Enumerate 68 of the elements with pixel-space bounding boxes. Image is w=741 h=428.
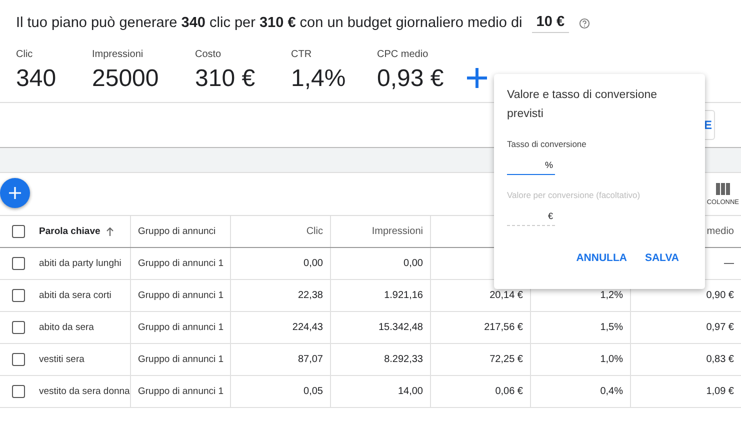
field-label: Tasso di conversione bbox=[507, 139, 588, 149]
metric-value: 0,93 € bbox=[377, 66, 445, 92]
table-cell: vestito da sera donna bbox=[39, 386, 130, 397]
metric-label: Clic bbox=[16, 49, 34, 60]
table-cell: Gruppo di annunci 1 bbox=[138, 290, 224, 301]
row-checkbox[interactable] bbox=[12, 289, 25, 302]
metric-value: 310 € bbox=[195, 66, 256, 92]
popup-title: Valore e tasso di conversione previsti bbox=[507, 88, 658, 122]
column-header[interactable]: Impressioni bbox=[372, 226, 423, 237]
row-checkbox[interactable] bbox=[12, 257, 25, 270]
column-header[interactable]: Gruppo di annunci bbox=[138, 226, 216, 237]
table-cell: 72,25 € bbox=[490, 354, 523, 365]
table-cell: 1,5% bbox=[600, 322, 623, 333]
sort-arrow-icon[interactable] bbox=[106, 227, 114, 236]
text-button[interactable]: SALVA bbox=[638, 248, 685, 268]
table-cell: — bbox=[724, 258, 734, 269]
column-header[interactable]: medio bbox=[706, 226, 734, 237]
table-cell: 8.292,33 bbox=[384, 354, 423, 365]
table-cell: 0,4% bbox=[600, 386, 623, 397]
table-cell: 0,00 bbox=[304, 258, 323, 269]
table-cell: 0,06 € bbox=[495, 386, 523, 397]
table-cell: 1,2% bbox=[600, 290, 623, 301]
table-cell: 87,07 bbox=[298, 354, 323, 365]
table-cell: 224,43 bbox=[292, 322, 323, 333]
metric-value: 340 bbox=[16, 66, 58, 92]
text-button[interactable]: ANNULLA bbox=[570, 248, 633, 268]
table-cell: Gruppo di annunci 1 bbox=[138, 354, 224, 365]
table-cell: abiti da sera corti bbox=[39, 290, 112, 301]
table-cell: 22,38 bbox=[298, 290, 323, 301]
table-cell: Gruppo di annunci 1 bbox=[138, 258, 224, 269]
table-cell: 0,83 € bbox=[706, 354, 734, 365]
table-cell: 15.342,48 bbox=[378, 322, 423, 333]
table-cell: abito da sera bbox=[39, 322, 94, 333]
table-cell: 1.921,16 bbox=[384, 290, 423, 301]
table-cell: 1,09 € bbox=[706, 386, 734, 397]
plus-icon[interactable] bbox=[465, 66, 489, 90]
summary-text: Il tuo piano può generare 340 clic per 310 € con un budget giornaliero medio di bbox=[16, 15, 522, 31]
metric-value: 1,4% bbox=[291, 66, 347, 92]
columns-icon bbox=[716, 183, 730, 195]
table-cell: vestiti sera bbox=[39, 354, 84, 365]
metric-value: 25000 bbox=[92, 66, 160, 92]
table-cell: 0,05 bbox=[304, 386, 323, 397]
metric-label: Costo bbox=[195, 49, 222, 60]
table-cell: 217,56 € bbox=[484, 322, 523, 333]
add-button[interactable] bbox=[0, 178, 30, 208]
column-header[interactable]: Parola chiave bbox=[39, 226, 100, 237]
row-checkbox[interactable] bbox=[12, 385, 25, 398]
metric-label: CPC medio bbox=[377, 49, 430, 60]
budget-field[interactable]: 10 € bbox=[532, 14, 569, 32]
table-cell: Gruppo di annunci 1 bbox=[138, 322, 224, 333]
table-cell: 20,14 € bbox=[490, 290, 523, 301]
field-label: Valore per conversione (facoltativo) bbox=[507, 190, 642, 200]
table-cell: Gruppo di annunci 1 bbox=[138, 386, 224, 397]
row-checkbox[interactable] bbox=[12, 353, 25, 366]
table-cell: 14,00 bbox=[398, 386, 423, 397]
metric-label: CTR bbox=[291, 49, 313, 60]
table-cell: 0,90 € bbox=[706, 290, 734, 301]
plus-icon bbox=[9, 187, 21, 199]
select-all-checkbox[interactable] bbox=[12, 225, 25, 238]
table-cell: 1,0% bbox=[600, 354, 623, 365]
metric-label: Impressioni bbox=[92, 49, 144, 60]
table-cell: abiti da party lunghi bbox=[39, 258, 122, 269]
help-icon[interactable] bbox=[578, 18, 590, 28]
table-cell: 0,00 bbox=[404, 258, 423, 269]
table-cell: 0,97 € bbox=[706, 322, 734, 333]
input-field[interactable]: % bbox=[507, 155, 555, 175]
column-header[interactable]: Clic bbox=[306, 226, 323, 237]
row-checkbox[interactable] bbox=[12, 321, 25, 334]
